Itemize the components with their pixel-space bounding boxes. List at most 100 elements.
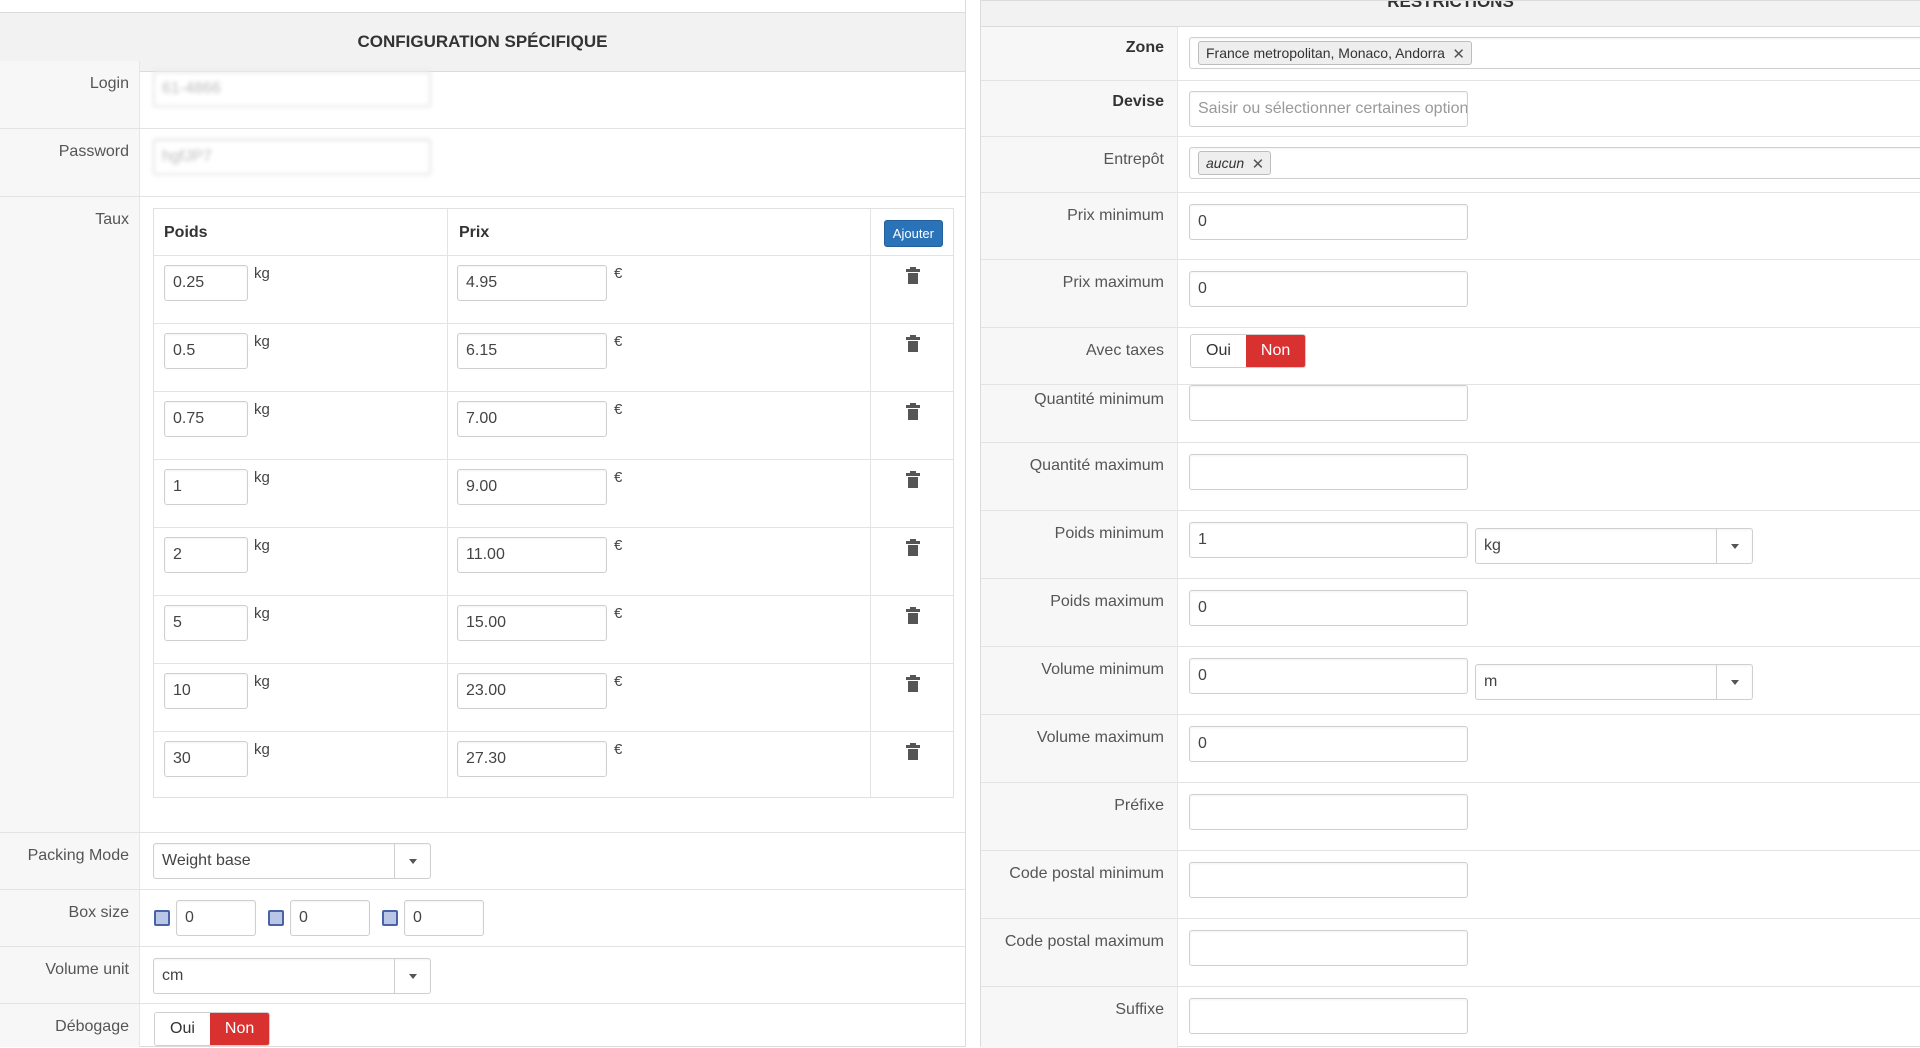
rate-weight-input[interactable]: 30	[164, 741, 248, 777]
rate-weight-input[interactable]: 1	[164, 469, 248, 505]
zone-tag[interactable]: France metropolitan, Monaco, Andorra ✕	[1198, 41, 1472, 65]
suffix-input[interactable]	[1189, 998, 1468, 1034]
rate-price-input[interactable]: 4.95	[457, 265, 607, 301]
prefix-input[interactable]	[1189, 794, 1468, 830]
zone-multiselect[interactable]: France metropolitan, Monaco, Andorra ✕	[1189, 37, 1920, 69]
chevron-down-icon	[394, 844, 430, 878]
min-zip-input[interactable]	[1189, 862, 1468, 898]
close-icon[interactable]: ✕	[1452, 45, 1465, 63]
rate-price-input[interactable]: 9.00	[457, 469, 607, 505]
max-volume-label: Volume maximum	[981, 715, 1178, 782]
volume-unit-select[interactable]: m	[1475, 664, 1753, 700]
weight-unit-select[interactable]: kg	[1475, 528, 1753, 564]
trash-icon[interactable]	[906, 403, 920, 420]
trash-icon[interactable]	[906, 743, 920, 760]
add-rate-button[interactable]: Ajouter	[883, 220, 943, 247]
currency-label: €	[614, 401, 623, 418]
volume-unit-value: cm	[162, 967, 184, 984]
debug-yes-option[interactable]: Oui	[155, 1013, 210, 1045]
trash-icon[interactable]	[906, 267, 920, 284]
rate-weight-input[interactable]: 2	[164, 537, 248, 573]
warehouse-multiselect[interactable]: aucun ✕	[1189, 147, 1920, 179]
with-taxes-label: Avec taxes	[981, 328, 1178, 384]
min-qty-row: Quantité minimum	[981, 385, 1920, 443]
login-input[interactable]: 61-4866	[153, 71, 431, 107]
warehouse-tag-label: aucun	[1206, 155, 1245, 171]
volume-unit-select[interactable]: cm	[153, 958, 431, 994]
packing-mode-row: Packing Mode Weight base	[0, 833, 965, 890]
column-divider	[447, 209, 448, 797]
rate-weight-input[interactable]: 0.25	[164, 265, 248, 301]
max-zip-row: Code postal maximum	[981, 919, 1920, 987]
max-qty-input[interactable]	[1189, 454, 1468, 490]
row-divider	[154, 595, 953, 596]
rate-weight-input[interactable]: 0.5	[164, 333, 248, 369]
prefix-label: Préfixe	[981, 783, 1178, 850]
currency-label: €	[614, 673, 623, 690]
login-label: Login	[0, 61, 140, 128]
price-column-header: Prix	[459, 224, 490, 241]
rate-price-input[interactable]: 7.00	[457, 401, 607, 437]
trash-icon[interactable]	[906, 539, 920, 556]
box-icon	[382, 910, 398, 926]
weight-unit-label: kg	[254, 469, 270, 486]
currency-label: €	[614, 537, 623, 554]
min-price-input[interactable]: 0	[1189, 204, 1468, 240]
max-zip-label: Code postal maximum	[981, 919, 1178, 986]
taxes-yes-option[interactable]: Oui	[1191, 335, 1246, 367]
max-zip-input[interactable]	[1189, 930, 1468, 966]
row-divider	[154, 391, 953, 392]
row-divider	[154, 731, 953, 732]
rate-weight-input[interactable]: 10	[164, 673, 248, 709]
warehouse-tag[interactable]: aucun ✕	[1198, 151, 1272, 175]
login-row: Login 61-4866	[0, 61, 965, 129]
currency-label: €	[614, 605, 623, 622]
packing-mode-select[interactable]: Weight base	[153, 843, 431, 879]
chevron-down-icon	[394, 959, 430, 993]
rate-price-input[interactable]: 15.00	[457, 605, 607, 641]
row-divider	[154, 459, 953, 460]
max-price-input[interactable]: 0	[1189, 271, 1468, 307]
rate-weight-input[interactable]: 5	[164, 605, 248, 641]
trash-icon[interactable]	[906, 675, 920, 692]
min-volume-input[interactable]: 0	[1189, 658, 1468, 694]
taxes-no-option[interactable]: Non	[1245, 335, 1306, 367]
password-input[interactable]: hgfJP7	[153, 139, 431, 175]
rate-price-input[interactable]: 23.00	[457, 673, 607, 709]
box-height-input[interactable]: 0	[404, 900, 484, 936]
currency-input[interactable]: Saisir ou sélectionner certaines options	[1189, 91, 1468, 127]
trash-icon[interactable]	[906, 607, 920, 624]
rates-table: Poids Prix Ajouter 0.25 kg 4.95 €0.5 kg 6.15 €…	[153, 208, 954, 798]
weight-unit-label: kg	[254, 265, 270, 282]
rate-price-input[interactable]: 27.30	[457, 741, 607, 777]
max-volume-input[interactable]: 0	[1189, 726, 1468, 762]
debug-no-option[interactable]: Non	[209, 1013, 270, 1045]
trash-icon[interactable]	[906, 335, 920, 352]
password-label: Password	[0, 129, 140, 196]
min-qty-input[interactable]	[1189, 385, 1468, 421]
max-weight-input[interactable]: 0	[1189, 590, 1468, 626]
rate-weight-input[interactable]: 0.75	[164, 401, 248, 437]
rate-price-input[interactable]: 6.15	[457, 333, 607, 369]
zone-label: Zone	[981, 27, 1178, 80]
weight-unit-value: kg	[1484, 537, 1501, 554]
box-width-input[interactable]: 0	[290, 900, 370, 936]
volume-unit-row: Volume unit cm	[0, 947, 965, 1004]
box-icon	[154, 910, 170, 926]
weight-unit-label: kg	[254, 401, 270, 418]
min-volume-row: Volume minimum 0 m	[981, 647, 1920, 715]
box-length-input[interactable]: 0	[176, 900, 256, 936]
weight-unit-label: kg	[254, 673, 270, 690]
trash-icon[interactable]	[906, 471, 920, 488]
suffix-label: Suffixe	[981, 987, 1178, 1048]
panel-title: RESTRICTIONS	[981, 1, 1920, 27]
rate-price-input[interactable]: 11.00	[457, 537, 607, 573]
currency-label: €	[614, 333, 623, 350]
close-icon[interactable]: ✕	[1252, 155, 1265, 173]
min-zip-row: Code postal minimum	[981, 851, 1920, 919]
with-taxes-toggle[interactable]: Oui Non	[1190, 334, 1307, 368]
min-weight-input[interactable]: 1	[1189, 522, 1468, 558]
box-size-label: Box size	[0, 890, 140, 946]
weight-unit-label: kg	[254, 605, 270, 622]
debug-toggle[interactable]: Oui Non	[154, 1012, 271, 1046]
